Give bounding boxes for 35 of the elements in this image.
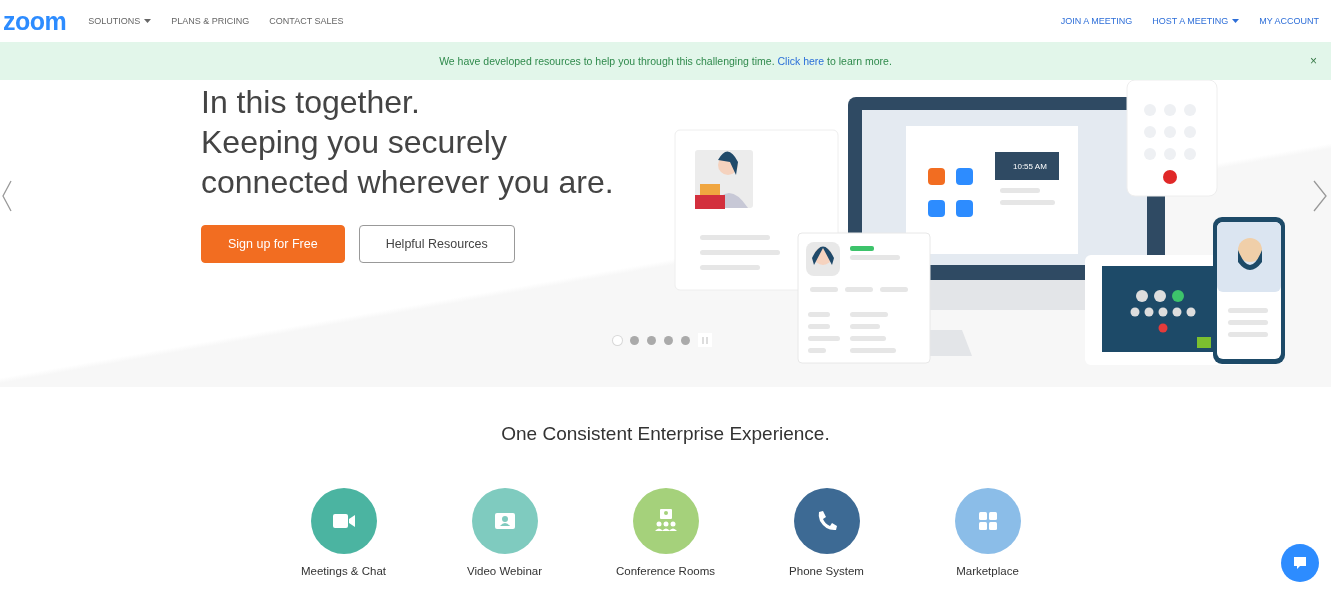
product-link[interactable]: Meetings & Chat xyxy=(263,488,424,577)
id-card-icon xyxy=(494,513,515,529)
carousel-dot[interactable] xyxy=(681,335,690,345)
nav-link[interactable]: CONTACT SALES xyxy=(269,16,344,26)
notice-text: We have developed resources to help you through this challenging time. Click here to learn more. xyxy=(439,55,892,67)
resources-button[interactable]: Helpful Resources xyxy=(358,225,515,263)
clock-text: 10:55 AM xyxy=(1013,162,1047,171)
nav-link[interactable]: HOST A MEETING xyxy=(1152,16,1240,26)
nav-link[interactable]: PLANS & PRICING xyxy=(171,16,250,26)
phone-icon xyxy=(818,511,837,531)
nav-link[interactable]: JOIN A MEETING xyxy=(1060,16,1133,26)
product-link[interactable]: Phone System xyxy=(746,488,907,577)
notice-link[interactable]: Click here xyxy=(777,55,825,67)
close-button[interactable]: × xyxy=(1310,54,1317,68)
next-arrow-icon[interactable] xyxy=(1313,180,1327,212)
carousel-dot[interactable] xyxy=(647,335,656,345)
hero-headline: In this together. Keeping you securely connected wherever you are. xyxy=(201,83,615,202)
carousel-dot[interactable] xyxy=(664,335,673,345)
nav-link[interactable]: MY ACCOUNT xyxy=(1259,16,1319,26)
pause-button[interactable] xyxy=(698,333,712,347)
nav-link[interactable]: SOLUTIONS xyxy=(88,16,152,26)
carousel-dot[interactable] xyxy=(630,335,639,345)
grid-icon xyxy=(978,512,997,530)
chat-button[interactable] xyxy=(1281,544,1319,582)
product-link[interactable]: Conference Rooms xyxy=(585,488,746,577)
pause-icon xyxy=(702,336,708,344)
logo[interactable]: zoom xyxy=(3,8,67,34)
product-link[interactable]: Marketplace xyxy=(907,488,1068,577)
video-camera-icon xyxy=(332,514,355,528)
previous-arrow-icon[interactable] xyxy=(0,180,14,212)
section-title: One Consistent Enterprise Experience. xyxy=(500,423,831,445)
chat-icon xyxy=(1293,556,1307,570)
product-link[interactable]: Video Webinar xyxy=(424,488,585,577)
carousel-dot[interactable] xyxy=(613,335,622,345)
people-icon xyxy=(654,509,677,531)
